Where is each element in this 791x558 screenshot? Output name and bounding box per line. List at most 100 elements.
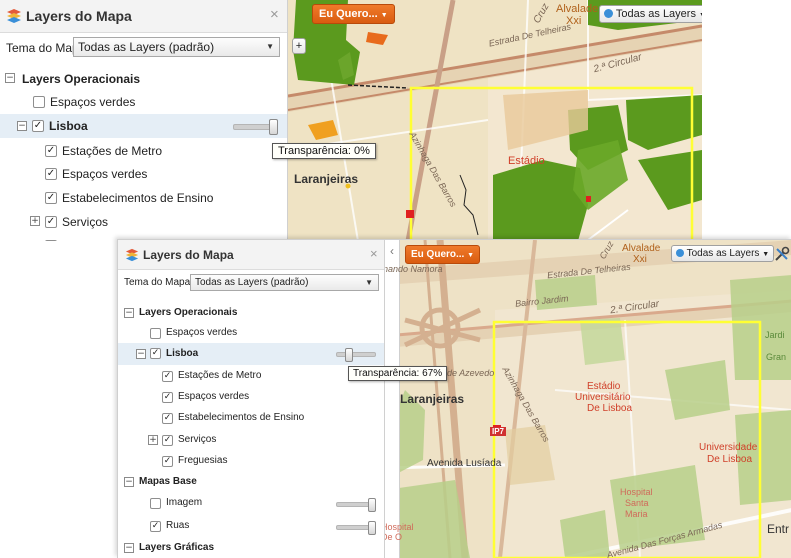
theme-select[interactable]: Todas as Layers (padrão) ▼: [73, 37, 280, 57]
layers-dropdown-button[interactable]: Todas as Layers ▼: [671, 245, 775, 262]
slider-knob[interactable]: [269, 119, 278, 135]
checkbox[interactable]: ✓: [162, 371, 173, 382]
tree-item-lisboa[interactable]: − ✓ Lisboa: [0, 114, 287, 138]
collapse-toggle-icon[interactable]: −: [136, 349, 146, 359]
checkbox[interactable]: ✓: [32, 120, 44, 132]
slider-knob[interactable]: [368, 521, 376, 535]
eu-quero-label: Eu Quero...: [411, 249, 465, 260]
chevron-down-icon: ▼: [467, 252, 475, 259]
tools-icon[interactable]: [774, 246, 790, 262]
collapse-toggle-icon[interactable]: −: [124, 543, 134, 553]
tree-label: Espaços verdes: [50, 95, 136, 109]
map-viewer-transparency-67: Layers do Mapa × Tema do Mapa: Todas as …: [117, 239, 791, 558]
tree-item-servicos[interactable]: + ✓ Serviços: [118, 431, 384, 449]
tree-item-espacos-verdes[interactable]: Espaços verdes: [0, 92, 287, 112]
checkbox[interactable]: ✓: [45, 192, 57, 204]
tree-item-operational[interactable]: − Layers Operacionais: [118, 304, 384, 322]
checkbox[interactable]: ✓: [162, 456, 173, 467]
expand-toggle-icon[interactable]: +: [30, 216, 40, 226]
map-label-hospital-3: Maria: [625, 509, 648, 519]
slider-knob[interactable]: [345, 348, 353, 362]
tree-label: Freguesias: [178, 455, 228, 466]
tree-label: Serviços: [178, 434, 217, 445]
tree-item-graficas[interactable]: − Layers Gráficas: [118, 539, 384, 557]
layers-dropdown-label: Todas as Layers: [686, 248, 760, 259]
tree-item-freguesias[interactable]: ✓ Freguesias: [118, 452, 384, 470]
tree-item-operational[interactable]: − Layers Operacionais: [0, 69, 287, 89]
map-label-hospital-2: Santa: [625, 498, 649, 508]
theme-select[interactable]: Todas as Layers (padrão) ▼: [190, 274, 379, 291]
transparency-slider[interactable]: [336, 521, 376, 535]
checkbox[interactable]: [150, 498, 161, 509]
close-icon[interactable]: ×: [370, 246, 378, 261]
tree-item-base[interactable]: − Mapas Base: [118, 473, 384, 491]
expand-toggle-icon[interactable]: +: [148, 435, 158, 445]
map-label-xxi: Xxi: [633, 254, 647, 265]
checkbox[interactable]: ✓: [150, 348, 161, 359]
map-canvas[interactable]: Laranjeiras Alvalade Xxi Estádio 2.ª Cir…: [288, 0, 702, 241]
tree-item-lisboa[interactable]: − ✓ Lisboa: [118, 343, 384, 365]
tree-label: Estabelecimentos de Ensino: [62, 191, 214, 205]
tree-item-imagem[interactable]: Imagem: [118, 494, 384, 514]
tree-label: Espaços verdes: [178, 391, 250, 402]
tree-item-servicos[interactable]: + ✓ Serviços: [0, 212, 287, 232]
globe-icon: [676, 249, 684, 257]
map-label-jardi: Jardi: [765, 330, 785, 340]
tree-item-espacos-verdes[interactable]: Espaços verdes: [118, 324, 384, 342]
transparency-slider[interactable]: [233, 119, 278, 135]
theme-label: Tema do Mapa:: [124, 277, 193, 288]
collapse-toggle-icon[interactable]: −: [124, 477, 134, 487]
layers-dropdown-label: Todas as Layers: [615, 8, 696, 20]
zoom-in-button[interactable]: +: [292, 38, 306, 54]
collapse-toggle-icon[interactable]: −: [124, 308, 134, 318]
map-canvas[interactable]: ‹ Laranjeiras Alvalade Xxi Estádio Unive…: [385, 240, 791, 558]
checkbox[interactable]: ✓: [162, 435, 173, 446]
tree-item-ensino[interactable]: ✓ Estabelecimentos de Ensino: [0, 188, 287, 208]
transparency-slider[interactable]: [336, 498, 376, 512]
tree-label: Estabelecimentos de Ensino: [178, 412, 305, 423]
tree-item-lisboa-espacos[interactable]: ✓ Espaços verdes: [118, 388, 384, 406]
checkbox[interactable]: ✓: [45, 216, 57, 228]
tree-label: Espaços verdes: [62, 167, 148, 181]
checkbox[interactable]: [33, 96, 45, 108]
checkbox[interactable]: [150, 328, 161, 339]
tree-item-metro[interactable]: ✓ Estações de Metro: [0, 141, 287, 161]
tree-label: Ruas: [166, 520, 190, 531]
chevron-down-icon: ▼: [699, 12, 702, 19]
layers-panel: Layers do Mapa × Tema do Mapa: Todas as …: [0, 0, 288, 241]
close-icon[interactable]: ×: [270, 6, 279, 23]
checkbox[interactable]: ✓: [162, 413, 173, 424]
transparency-tooltip: Transparência: 0%: [272, 143, 376, 159]
checkbox[interactable]: ✓: [45, 240, 57, 241]
map-label-alvalade: Alvalade: [556, 3, 599, 15]
map-label-estadio: Estádio: [508, 155, 545, 167]
layers-dropdown-button[interactable]: Todas as Layers ▼: [599, 5, 702, 23]
eu-quero-button[interactable]: Eu Quero... ▼: [405, 245, 481, 264]
theme-select-value: Todas as Layers (padrão): [195, 277, 309, 288]
panel-title: Layers do Mapa: [26, 8, 132, 24]
slider-knob[interactable]: [368, 498, 376, 512]
transparency-slider[interactable]: [336, 348, 376, 362]
map-label-laranjeiras: Laranjeiras: [400, 392, 465, 406]
tree-item-ruas[interactable]: ✓ Ruas: [118, 517, 384, 537]
chevron-down-icon: ▼: [266, 42, 274, 51]
collapse-toggle-icon[interactable]: −: [5, 73, 15, 83]
tree-item-metro[interactable]: ✓ Estações de Metro: [118, 367, 384, 385]
collapse-toggle-icon[interactable]: −: [17, 121, 27, 131]
tree-item-lisboa-espacos[interactable]: ✓ Espaços verdes: [0, 164, 287, 184]
tree-label: Serviços: [62, 215, 109, 229]
tree-label: Espaços verdes: [166, 327, 238, 338]
panel-collapse-button[interactable]: ‹: [385, 240, 400, 558]
map-label-azevedo: de Azevedo: [447, 368, 495, 378]
map-label-hospital-1: Hospital: [620, 487, 653, 497]
eu-quero-button[interactable]: Eu Quero... ▼: [312, 4, 395, 24]
transparency-tooltip: Transparência: 67%: [348, 366, 448, 381]
tree-label: Mapas Base: [139, 476, 197, 487]
checkbox[interactable]: ✓: [162, 392, 173, 403]
checkbox[interactable]: ✓: [150, 521, 161, 532]
tree-label: Layers Gráficas: [139, 542, 215, 553]
checkbox[interactable]: ✓: [45, 168, 57, 180]
checkbox[interactable]: ✓: [45, 145, 57, 157]
tree-label: Estações de Metro: [178, 370, 262, 381]
tree-item-ensino[interactable]: ✓ Estabelecimentos de Ensino: [118, 409, 384, 427]
